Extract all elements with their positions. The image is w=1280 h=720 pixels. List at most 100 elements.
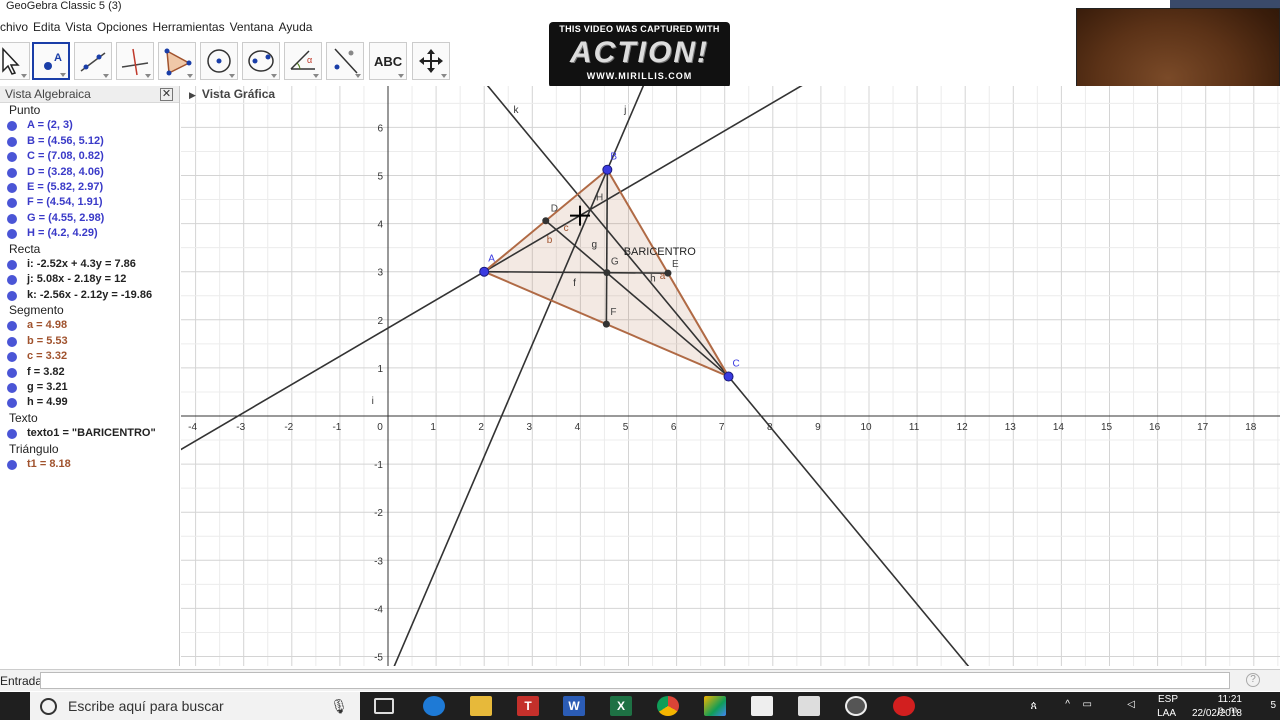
visibility-toggle-icon[interactable] xyxy=(7,367,17,378)
visibility-toggle-icon[interactable] xyxy=(7,167,17,178)
algebra-item[interactable]: b = 5.53 xyxy=(0,334,179,349)
excel-icon[interactable]: X xyxy=(610,696,632,716)
collapse-arrow-icon[interactable]: ▶ xyxy=(189,90,196,100)
visibility-toggle-icon[interactable] xyxy=(7,121,17,132)
point-label-C: C xyxy=(733,359,740,370)
polygon-tool[interactable] xyxy=(158,42,196,80)
visibility-toggle-icon[interactable] xyxy=(7,229,17,240)
conic-tool[interactable] xyxy=(242,42,280,80)
algebra-category: Segmento xyxy=(9,303,64,318)
menu-item-6[interactable]: Ayuda xyxy=(279,17,313,37)
algebra-item[interactable]: H = (4.2, 4.29) xyxy=(0,226,179,241)
svg-text:α: α xyxy=(307,55,312,65)
menu-item-5[interactable]: Ventana xyxy=(230,17,274,37)
edge-icon[interactable] xyxy=(423,696,445,716)
app-t-icon[interactable]: T xyxy=(517,696,539,716)
store-icon[interactable] xyxy=(798,696,820,716)
visibility-toggle-icon[interactable] xyxy=(7,459,17,470)
task-view-icon[interactable] xyxy=(374,698,394,714)
algebra-item-text: a = 4.98 xyxy=(27,319,68,332)
help-icon[interactable]: ? xyxy=(1246,673,1260,687)
menu-item-0[interactable]: chivo xyxy=(0,17,28,37)
x-tick-label: 14 xyxy=(1053,422,1065,433)
visibility-toggle-icon[interactable] xyxy=(7,213,17,224)
menu-item-2[interactable]: Vista xyxy=(65,17,91,37)
visibility-toggle-icon[interactable] xyxy=(7,321,17,332)
people-icon[interactable]: ጰ xyxy=(1030,700,1037,713)
visibility-toggle-icon[interactable] xyxy=(7,336,17,347)
visibility-toggle-icon[interactable] xyxy=(7,136,17,147)
taskbar-search[interactable]: Escribe aquí para buscar 🎙 xyxy=(30,692,360,720)
visibility-toggle-icon[interactable] xyxy=(7,398,17,409)
close-icon[interactable]: ✕ xyxy=(160,88,173,101)
algebra-item[interactable]: i: -2.52x + 4.3y = 7.86 xyxy=(0,257,179,272)
volume-icon[interactable]: ◁ xyxy=(1127,699,1135,710)
menu-item-4[interactable]: Herramientas xyxy=(153,17,225,37)
network-icon[interactable]: ▭ xyxy=(1083,699,1092,710)
tray-arrow-icon[interactable]: ^ xyxy=(1065,699,1070,710)
text-tool[interactable]: ABC xyxy=(369,42,407,80)
algebra-item[interactable]: c = 3.32 xyxy=(0,349,179,364)
input-field[interactable] xyxy=(40,672,1230,689)
reflect-tool[interactable] xyxy=(326,42,364,80)
visibility-toggle-icon[interactable] xyxy=(7,152,17,163)
segment-label: h xyxy=(650,273,656,284)
chrome-icon[interactable] xyxy=(657,696,679,716)
algebra-item[interactable]: C = (7.08, 0.82) xyxy=(0,149,179,164)
notification-count[interactable]: 5 xyxy=(1270,700,1276,711)
line-label-i: i xyxy=(372,396,374,407)
drive-icon[interactable] xyxy=(704,696,726,716)
menu-item-3[interactable]: Opciones xyxy=(97,17,148,37)
visibility-toggle-icon[interactable] xyxy=(7,383,17,394)
algebra-item-text: F = (4.54, 1.91) xyxy=(27,196,103,209)
y-tick-label: 2 xyxy=(377,316,383,327)
visibility-toggle-icon[interactable] xyxy=(7,429,17,440)
perpendicular-tool[interactable] xyxy=(116,42,154,80)
algebra-item-text: B = (4.56, 5.12) xyxy=(27,134,104,147)
algebra-item[interactable]: F = (4.54, 1.91) xyxy=(0,195,179,210)
point-tool[interactable]: A xyxy=(32,42,70,80)
microphone-icon[interactable]: 🎙 xyxy=(330,692,348,720)
move-tool[interactable] xyxy=(0,42,30,80)
algebra-item[interactable]: h = 4.99 xyxy=(0,395,179,410)
geogebra-icon[interactable] xyxy=(845,696,867,716)
algebra-item[interactable]: G = (4.55, 2.98) xyxy=(0,211,179,226)
point-label-E: E xyxy=(672,259,679,270)
graphics-canvas[interactable]: -4-3-2-10123456789101112131415161718-5-4… xyxy=(181,86,1280,666)
segment-label: a xyxy=(660,271,666,282)
word-icon[interactable]: W xyxy=(563,696,585,716)
visibility-toggle-icon[interactable] xyxy=(7,259,17,270)
x-tick-label: 3 xyxy=(527,422,533,433)
visibility-toggle-icon[interactable] xyxy=(7,182,17,193)
mail-icon[interactable] xyxy=(751,696,773,716)
line-tool[interactable] xyxy=(74,42,112,80)
graphics-view[interactable]: -4-3-2-10123456789101112131415161718-5-4… xyxy=(181,86,1280,666)
algebra-item[interactable]: E = (5.82, 2.97) xyxy=(0,180,179,195)
algebra-item[interactable]: f = 3.82 xyxy=(0,365,179,380)
algebra-item-text: f = 3.82 xyxy=(27,365,65,378)
file-explorer-icon[interactable] xyxy=(470,696,492,716)
language-indicator[interactable]: ESP xyxy=(1158,694,1178,705)
visibility-toggle-icon[interactable] xyxy=(7,290,17,301)
algebra-item[interactable]: A = (2, 3) xyxy=(0,118,179,133)
watermark-url: WWW.MIRILLIS.COM xyxy=(586,71,693,81)
algebra-item[interactable]: t1 = 8.18 xyxy=(0,457,179,472)
angle-tool[interactable]: α xyxy=(284,42,322,80)
algebra-item[interactable]: g = 3.21 xyxy=(0,380,179,395)
algebra-item[interactable]: texto1 = "BARICENTRO" xyxy=(0,426,179,441)
algebra-item[interactable]: B = (4.56, 5.12) xyxy=(0,134,179,149)
move-view-tool[interactable] xyxy=(412,42,450,80)
algebra-item[interactable]: k: -2.56x - 2.12y = -19.86 xyxy=(0,288,179,303)
menu-item-1[interactable]: Edita xyxy=(33,17,60,37)
point-D xyxy=(542,217,550,225)
x-tick-label: 16 xyxy=(1149,422,1161,433)
record-icon[interactable] xyxy=(893,696,915,716)
circle-tool[interactable] xyxy=(200,42,238,80)
visibility-toggle-icon[interactable] xyxy=(7,352,17,363)
visibility-toggle-icon[interactable] xyxy=(7,275,17,286)
algebra-item[interactable]: j: 5.08x - 2.18y = 12 xyxy=(0,272,179,287)
algebra-item[interactable]: a = 4.98 xyxy=(0,318,179,333)
algebra-item[interactable]: D = (3.28, 4.06) xyxy=(0,165,179,180)
x-tick-label: -1 xyxy=(332,422,341,433)
visibility-toggle-icon[interactable] xyxy=(7,198,17,209)
